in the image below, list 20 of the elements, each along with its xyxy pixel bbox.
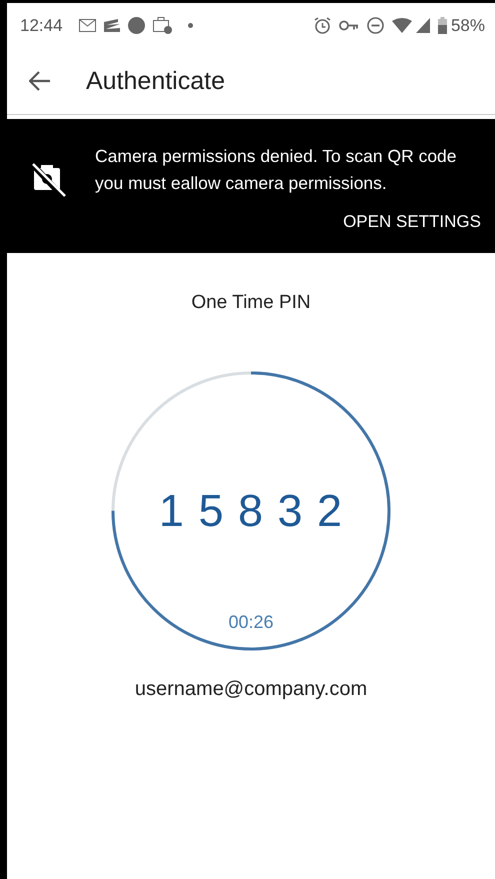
circle-icon xyxy=(128,17,145,34)
do-not-disturb-icon xyxy=(366,17,384,34)
status-time: 12:44 xyxy=(20,14,63,37)
open-settings-button[interactable]: OPEN SETTINGS xyxy=(343,205,481,238)
otp-title: One Time PIN xyxy=(191,290,311,314)
account-email: username@company.com xyxy=(134,677,368,702)
wifi-icon xyxy=(392,18,412,33)
mail-icon xyxy=(78,19,96,32)
key-icon xyxy=(338,20,359,31)
otp-code: 1 5 8 3 2 xyxy=(158,484,344,538)
permission-message: Camera permissions denied. To scan QR code you must eallow camera permissions. xyxy=(95,145,458,195)
alarm-icon xyxy=(314,17,331,34)
briefcase-icon xyxy=(152,17,172,34)
screen-title: Authenticate xyxy=(86,66,225,96)
dot-icon xyxy=(188,23,193,28)
battery-icon xyxy=(438,17,447,34)
battery-percentage: 58% xyxy=(450,14,485,37)
countdown-timer: 00:26 xyxy=(228,612,274,632)
signal-icon xyxy=(416,18,430,33)
back-arrow-icon[interactable] xyxy=(29,71,51,91)
